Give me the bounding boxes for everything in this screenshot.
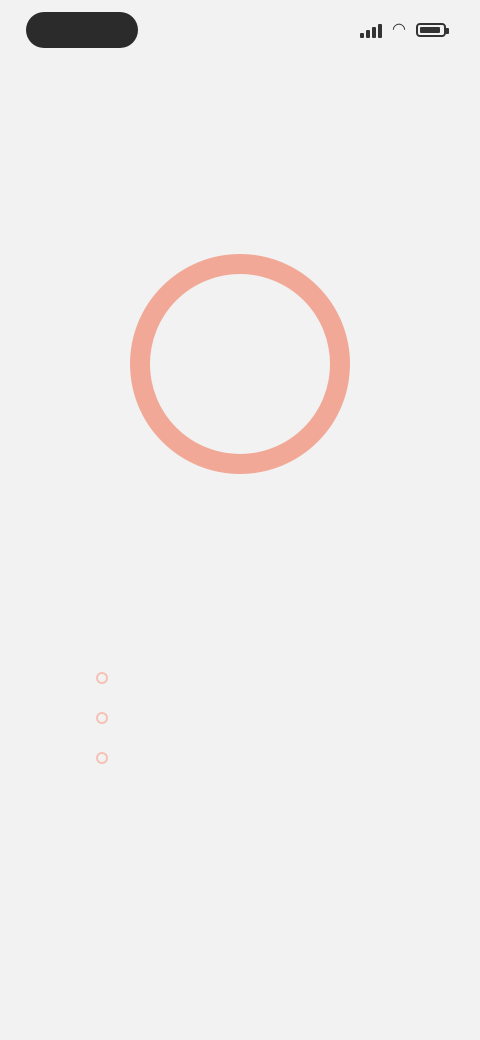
battery-icon [416, 23, 449, 37]
status-bar: ◠ [0, 0, 480, 64]
screen: ◠ [0, 0, 480, 1040]
wifi-icon: ◠ [392, 21, 406, 38]
battery-level-fill [420, 27, 440, 33]
status-icons: ◠ [350, 18, 449, 42]
step-item [96, 658, 426, 698]
status-time [26, 12, 138, 48]
progress-ring [130, 254, 350, 474]
step-bullet-icon [96, 712, 108, 724]
step-item [96, 738, 426, 778]
step-bullet-icon [96, 672, 108, 684]
step-bullet-icon [96, 752, 108, 764]
step-item [96, 698, 426, 738]
steps-list [96, 658, 426, 778]
signal-icon [360, 22, 382, 38]
